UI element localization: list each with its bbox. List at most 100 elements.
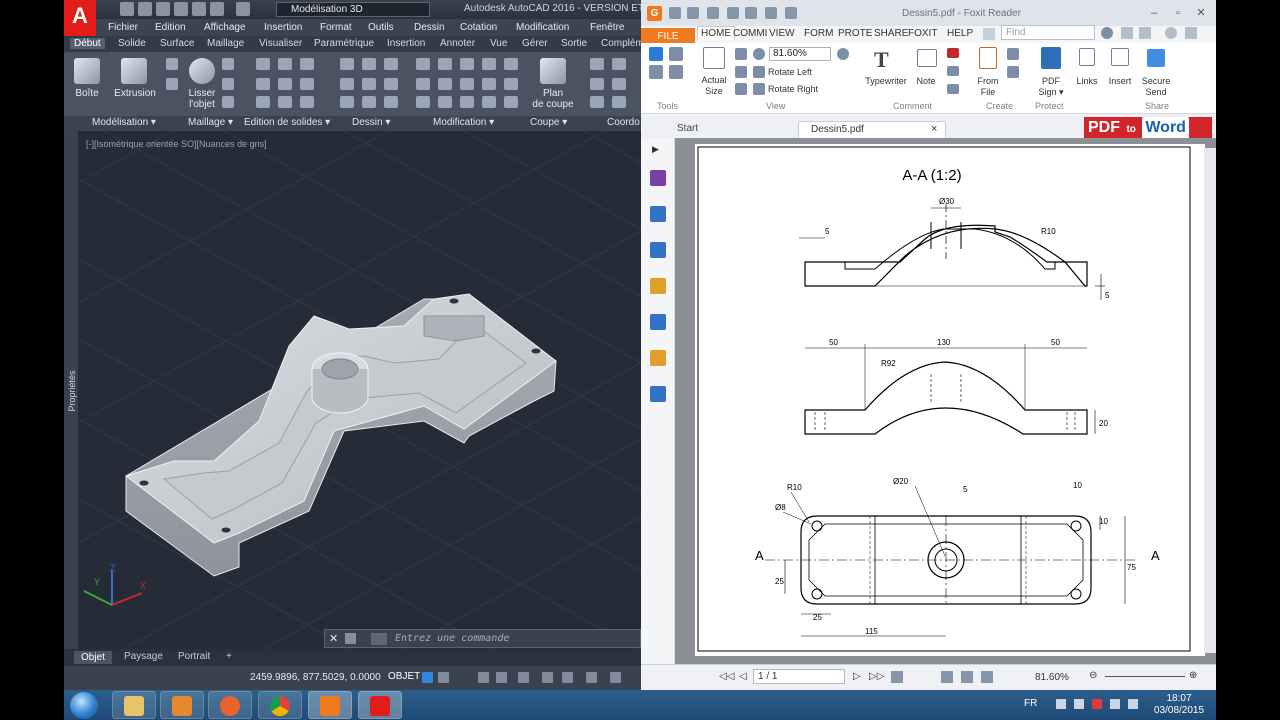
close-icon[interactable]: ✕ (329, 632, 338, 645)
wrench-icon[interactable] (345, 633, 356, 644)
tab-complements[interactable]: Complém (601, 38, 641, 49)
modify-icon[interactable] (416, 78, 430, 90)
section-plane-icon[interactable] (540, 58, 566, 84)
open-icon[interactable] (669, 7, 681, 19)
ucs-icon[interactable] (590, 58, 604, 70)
saveas-icon[interactable] (174, 2, 188, 16)
forward-icon[interactable] (1139, 27, 1151, 39)
foxit-logo[interactable]: G (647, 6, 662, 21)
pages-icon[interactable] (650, 206, 666, 222)
clipboard-icon[interactable] (669, 65, 683, 79)
group-dessin[interactable]: Dessin ▾ (352, 117, 390, 128)
typewriter-button[interactable]: Typewriter (861, 76, 911, 87)
rotate-right-icon[interactable] (753, 83, 765, 95)
osnap-icon[interactable] (518, 672, 529, 683)
tab-insertion[interactable]: Insertion (387, 38, 425, 49)
signatures-icon[interactable] (650, 386, 666, 402)
create-icon[interactable] (1007, 66, 1019, 78)
autocad-taskbar-button[interactable] (358, 691, 402, 719)
undo-icon[interactable] (765, 7, 777, 19)
solid-edit-icon[interactable] (300, 78, 314, 90)
last-page-icon[interactable]: ▷▷ (869, 671, 884, 682)
find-input[interactable]: Find (1001, 25, 1095, 40)
fit-page-icon[interactable] (891, 671, 903, 683)
mesh-icon[interactable] (222, 96, 234, 108)
zoom-slider[interactable] (1105, 676, 1185, 677)
user-icon[interactable] (1165, 27, 1177, 39)
autocad-logo[interactable]: A (64, 0, 96, 36)
tab-objet[interactable]: Objet (74, 651, 112, 664)
circle-icon[interactable] (384, 78, 398, 90)
move-icon[interactable] (416, 58, 430, 70)
fit-visible-icon[interactable] (735, 83, 747, 95)
rotate-right-button[interactable]: Rotate Right (768, 84, 818, 95)
tab-view[interactable]: VIEW (769, 28, 795, 39)
secure-send-icon[interactable] (1147, 49, 1165, 67)
intersect-icon[interactable] (300, 58, 314, 70)
rotate-left-button[interactable]: Rotate Left (768, 67, 812, 78)
solid-edit-icon[interactable] (300, 96, 314, 108)
tab-comment[interactable]: COMMI (733, 28, 767, 39)
revolve-icon[interactable] (166, 78, 178, 90)
layers-icon[interactable] (650, 242, 666, 258)
comments-icon[interactable] (650, 278, 666, 294)
tab-start[interactable]: Start (677, 123, 698, 134)
highlight-icon[interactable] (947, 48, 959, 58)
ucs-icon[interactable] (590, 96, 604, 108)
modify-icon[interactable] (460, 96, 474, 108)
rectangle-icon[interactable] (362, 96, 376, 108)
menu-item[interactable]: Cotation (460, 22, 497, 33)
modify-icon[interactable] (438, 78, 452, 90)
move-icon[interactable] (460, 58, 474, 70)
modify-icon[interactable] (460, 78, 474, 90)
tray-icon[interactable] (1056, 699, 1066, 709)
new-icon[interactable] (120, 2, 134, 16)
hand-icon[interactable] (745, 7, 757, 19)
presspull-icon[interactable] (166, 58, 178, 70)
group-modelisation[interactable]: Modélisation ▾ (92, 117, 156, 128)
menu-item[interactable]: Insertion (264, 22, 302, 33)
note-icon[interactable] (917, 49, 937, 67)
tab-help[interactable]: HELP (947, 28, 973, 39)
model-space-button[interactable]: OBJET (386, 670, 422, 683)
firefox-taskbar-button[interactable] (208, 691, 252, 719)
document-canvas[interactable]: A-A (1:2) A A Ø30 5 R10 5 50 130 50 R92 … (675, 138, 1216, 664)
3d-part[interactable] (124, 293, 557, 577)
union-icon[interactable] (256, 58, 270, 70)
tab-parametrique[interactable]: Paramétrique (314, 38, 374, 49)
selection-icon[interactable] (586, 672, 597, 683)
volume-icon[interactable] (1128, 699, 1138, 709)
group-coupe[interactable]: Coupe ▾ (530, 117, 567, 128)
settings-icon[interactable] (1101, 27, 1113, 39)
tab-foxit[interactable]: FOXIT (908, 28, 937, 39)
modify-icon[interactable] (482, 96, 496, 108)
continuous-icon[interactable] (961, 671, 973, 683)
smooth-object-icon[interactable] (189, 58, 215, 84)
previous-page-icon[interactable]: ◁ (739, 671, 747, 682)
tab-portrait[interactable]: Portrait (178, 651, 210, 662)
minimize-ribbon-icon[interactable] (1185, 27, 1197, 39)
tab-annoter[interactable]: Annoter (440, 38, 475, 49)
polygon-icon[interactable] (340, 96, 354, 108)
modify-icon[interactable] (438, 96, 452, 108)
zoom-input[interactable]: 81.60% (769, 47, 831, 61)
line-icon[interactable] (362, 78, 376, 90)
network-icon[interactable] (1110, 699, 1120, 709)
underline-icon[interactable] (947, 84, 959, 94)
tab-sortie[interactable]: Sortie (561, 38, 587, 49)
chrome-taskbar-button[interactable] (258, 691, 302, 719)
expand-panel-icon[interactable]: ▶ (652, 144, 659, 155)
attachments-icon[interactable] (650, 314, 666, 330)
undo-icon[interactable] (210, 2, 224, 16)
close-icon[interactable]: ✕ (1194, 6, 1208, 20)
fit-page-icon[interactable] (735, 48, 747, 60)
clock-time[interactable]: 18:07 (1154, 693, 1204, 704)
command-line[interactable]: ✕ Entrez une commande (324, 629, 641, 648)
ortho-icon[interactable] (478, 672, 489, 683)
menu-item[interactable]: Modification (516, 22, 569, 33)
solid-edit-icon[interactable] (278, 96, 292, 108)
spline-icon[interactable] (362, 58, 376, 70)
security-icon[interactable] (650, 350, 666, 366)
polar-icon[interactable] (496, 672, 507, 683)
close-tab-icon[interactable]: × (931, 123, 937, 135)
